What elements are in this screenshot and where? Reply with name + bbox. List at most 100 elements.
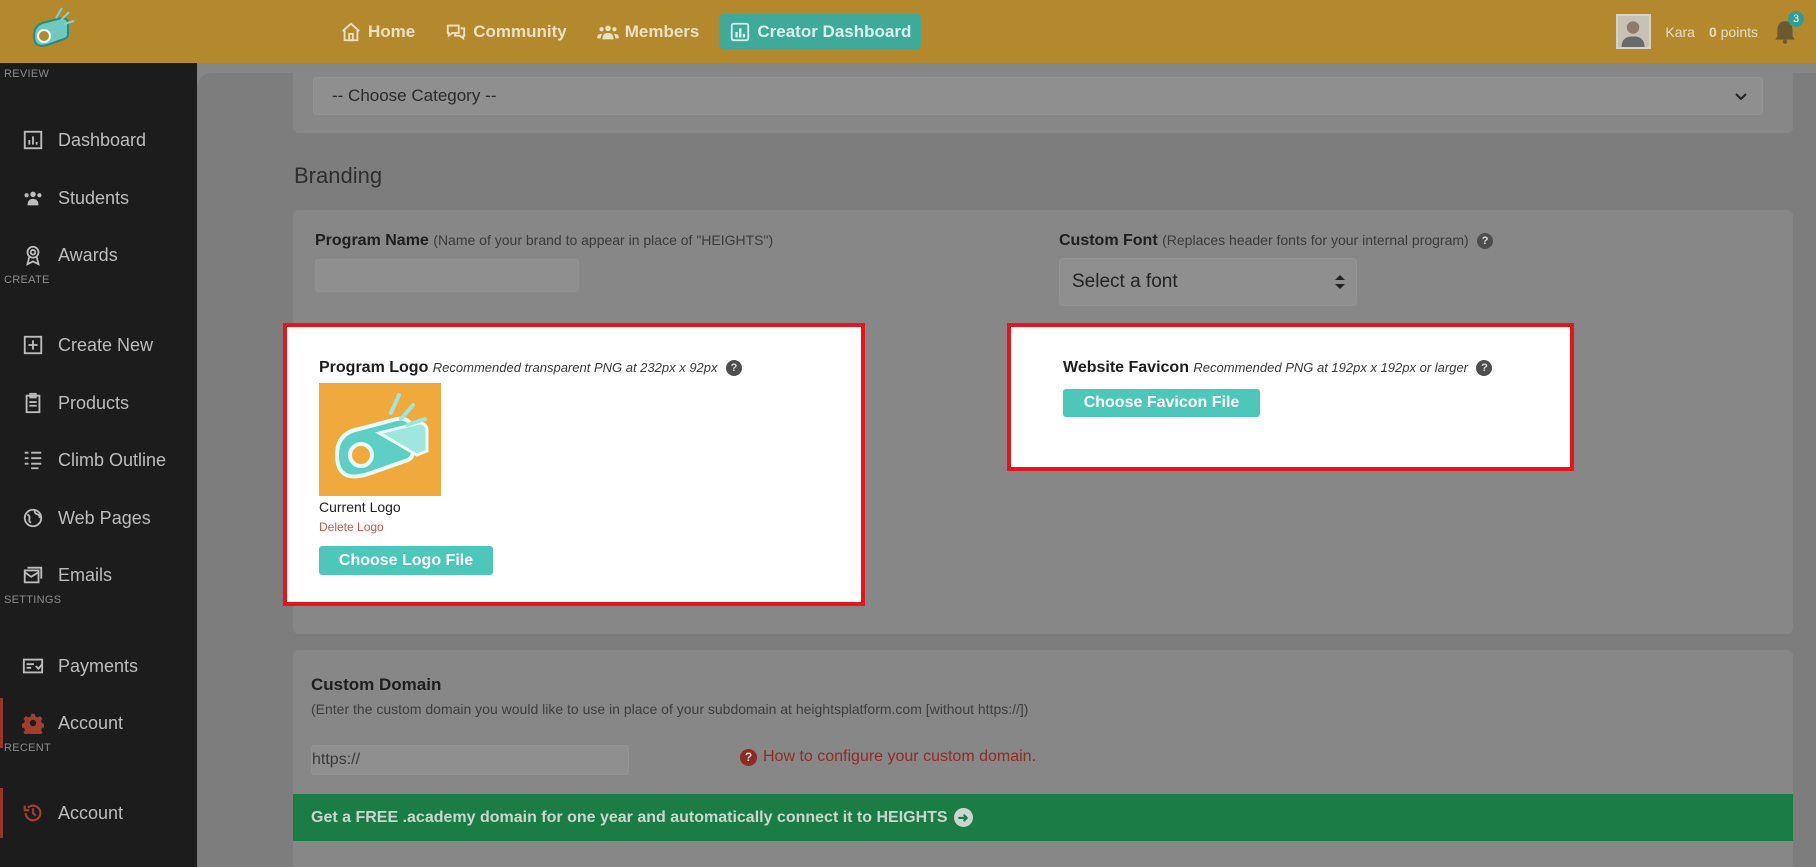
main-nav: Home Community Members Creator Dashboard [330, 14, 922, 49]
award-icon [26, 245, 40, 266]
custom-domain-card: Custom Domain (Enter the custom domain y… [293, 650, 1793, 867]
custom-font-label: Custom Font (Replaces header fonts for y… [1059, 232, 1494, 250]
nav-members-label: Members [624, 21, 700, 41]
user-area: Kara 0 points 3 [1616, 10, 1804, 49]
custom-domain-help-link[interactable]: ? How to configure your custom domain. [740, 748, 1036, 766]
category-select[interactable]: -- Choose Category -- [313, 77, 1763, 115]
avatar-photo [1618, 16, 1650, 47]
sidebar-item-web-pages[interactable]: Web Pages [0, 493, 197, 543]
clipboard-icon [25, 392, 41, 414]
top-navbar: Home Community Members Creator Dashboard… [0, 0, 1816, 63]
sidebar-item-label: Dashboard [58, 129, 147, 150]
notification-badge: 3 [1788, 10, 1804, 27]
category-select-value: -- Choose Category -- [332, 86, 497, 105]
academy-promo-banner[interactable]: Get a FREE .academy domain for one year … [293, 794, 1793, 841]
users-icon [24, 191, 42, 206]
list-icon [24, 451, 42, 470]
custom-font-note: (Replaces header fonts for your internal… [1162, 232, 1469, 248]
plus-square-icon [23, 335, 43, 355]
payment-icon [22, 658, 44, 674]
sidebar-section-settings: SETTINGS [4, 594, 62, 606]
arrow-right-icon: ➜ [953, 808, 973, 827]
sidebar-item-account[interactable]: Account [0, 698, 197, 748]
sidebar-item-products[interactable]: Products [0, 378, 197, 428]
sidebar-item-climb-outline[interactable]: Climb Outline [0, 435, 197, 485]
globe-icon [23, 508, 43, 528]
avatar[interactable] [1616, 14, 1652, 49]
sidebar: REVIEW Dashboard Students Awards CREATE … [0, 63, 197, 867]
sidebar-item-label: Students [58, 187, 130, 208]
sidebar-item-create-new[interactable]: Create New [0, 320, 197, 370]
sidebar-item-label: Payments [58, 655, 139, 676]
sidebar-item-dashboard[interactable]: Dashboard [0, 115, 197, 165]
sidebar-section-recent: RECENT [4, 742, 52, 754]
delete-logo-link[interactable]: Delete Logo [319, 520, 384, 534]
custom-domain-title: Custom Domain [311, 675, 442, 694]
custom-domain-subtitle: (Enter the custom domain you would like … [311, 701, 1029, 717]
envelope-icon [23, 566, 43, 584]
whistle-logo-icon [334, 393, 429, 479]
help-icon[interactable]: ? [725, 359, 742, 376]
help-icon[interactable]: ? [1476, 359, 1493, 376]
academy-promo-text: Get a FREE .academy domain for one year … [311, 808, 948, 826]
nav-home[interactable]: Home [330, 14, 425, 49]
sidebar-item-label: Web Pages [58, 507, 151, 528]
sidebar-item-label: Account [58, 712, 124, 733]
sidebar-section-create: CREATE [4, 274, 50, 286]
custom-domain-input[interactable]: https:// [311, 745, 629, 775]
sidebar-item-label: Climb Outline [58, 449, 167, 470]
bar-chart-icon [23, 130, 43, 150]
user-name[interactable]: Kara [1665, 24, 1695, 40]
nav-home-label: Home [368, 21, 416, 41]
font-select-value: Select a font [1072, 271, 1178, 292]
current-logo-caption: Current Logo [319, 499, 401, 515]
points-label: points [1720, 23, 1758, 40]
nav-community[interactable]: Community [435, 14, 577, 49]
domain-prefix: https:// [312, 751, 361, 768]
sidebar-item-label: Emails [58, 564, 113, 585]
chart-icon [731, 22, 750, 41]
program-name-title: Program Name [315, 232, 429, 249]
website-favicon-box: Website Favicon Recommended PNG at 192px… [1007, 323, 1574, 471]
whistle-logo-icon[interactable] [26, 6, 76, 56]
sidebar-item-students[interactable]: Students [0, 173, 197, 223]
program-name-input[interactable] [315, 259, 579, 292]
sidebar-section-review: REVIEW [4, 68, 50, 80]
program-logo-title: Program Logo [319, 359, 429, 376]
branding-heading: Branding [294, 163, 383, 188]
nav-creator-dashboard-label: Creator Dashboard [757, 21, 912, 41]
chat-icon [447, 24, 466, 40]
website-favicon-label: Website Favicon Recommended PNG at 192px… [1063, 359, 1493, 377]
category-card: -- Choose Category -- [293, 73, 1793, 133]
sidebar-item-awards[interactable]: Awards [0, 230, 197, 280]
sidebar-item-emails[interactable]: Emails [0, 550, 197, 600]
choose-logo-file-button[interactable]: Choose Logo File [319, 546, 493, 575]
nav-community-label: Community [473, 21, 567, 41]
sidebar-item-label: Awards [58, 244, 118, 265]
website-favicon-note: Recommended PNG at 192px x 192px or larg… [1193, 360, 1469, 375]
choose-favicon-file-button[interactable]: Choose Favicon File [1063, 389, 1260, 417]
custom-font-title: Custom Font [1059, 232, 1158, 249]
website-favicon-title: Website Favicon [1063, 359, 1189, 376]
sidebar-item-recent-account[interactable]: Account [0, 788, 197, 838]
chevron-down-icon [1735, 93, 1747, 101]
notifications-button[interactable]: 3 [1772, 10, 1804, 45]
history-icon [23, 804, 42, 822]
points-display[interactable]: 0 points [1709, 24, 1758, 40]
program-name-note: (Name of your brand to appear in place o… [433, 232, 774, 248]
home-icon [342, 22, 360, 41]
users-icon [596, 25, 619, 39]
program-logo-note: Recommended transparent PNG at 232px x 9… [432, 360, 718, 375]
program-logo-box: Program Logo Recommended transparent PNG… [283, 323, 865, 606]
nav-creator-dashboard[interactable]: Creator Dashboard [719, 14, 922, 49]
points-value: 0 [1708, 23, 1717, 40]
nav-members[interactable]: Members [587, 14, 710, 49]
sidebar-item-payments[interactable]: Payments [0, 641, 197, 691]
select-caret-icon [1335, 275, 1345, 289]
custom-domain-help-text: How to configure your custom domain. [763, 748, 1037, 765]
program-name-label: Program Name (Name of your brand to appe… [315, 232, 773, 250]
font-select[interactable]: Select a font [1059, 258, 1357, 306]
help-icon[interactable]: ? [1477, 232, 1494, 249]
sidebar-item-label: Account [58, 802, 124, 823]
program-logo-label: Program Logo Recommended transparent PNG… [319, 359, 742, 377]
